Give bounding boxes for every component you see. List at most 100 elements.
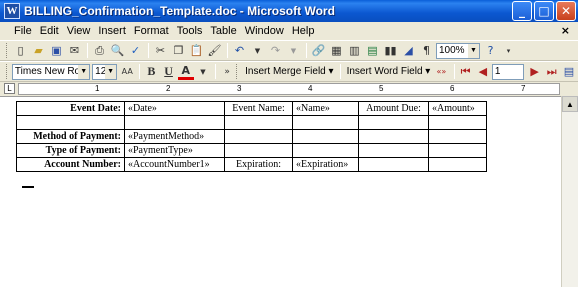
last-record-icon[interactable]: ⏭ xyxy=(544,63,560,80)
format-painter-icon[interactable]: 🖌 xyxy=(206,42,223,59)
spelling-icon[interactable]: ✓ xyxy=(127,42,144,59)
maximize-button[interactable]: □ xyxy=(534,1,554,21)
copy-icon[interactable]: ❐ xyxy=(170,42,187,59)
previous-record-icon[interactable]: ◀ xyxy=(475,63,491,80)
vertical-scrollbar[interactable]: ▲ xyxy=(561,96,578,287)
table-cell[interactable] xyxy=(428,115,487,130)
table-row: Event Date: «Date» Event Name: «Name» Am… xyxy=(16,101,487,116)
table-cell[interactable] xyxy=(124,115,225,130)
minimize-button[interactable]: _ xyxy=(512,1,532,21)
name-merge-field[interactable]: «Name» xyxy=(292,101,359,116)
amount-due-label[interactable]: Amount Due: xyxy=(358,101,429,116)
table-cell[interactable] xyxy=(358,115,429,130)
help-icon[interactable]: ? xyxy=(482,42,499,59)
method-of-payment-label[interactable]: Method of Payment: xyxy=(16,129,125,144)
underline-button[interactable]: U xyxy=(161,63,177,80)
font-color-dropdown-icon[interactable]: ▼ xyxy=(195,63,211,80)
font-name-select[interactable]: Times New Roman ▼ xyxy=(11,63,91,80)
menu-edit[interactable]: Edit xyxy=(36,25,63,37)
save-icon[interactable]: ▣ xyxy=(48,42,65,59)
first-record-icon[interactable]: ⏮ xyxy=(458,63,474,80)
cut-icon[interactable]: ✂ xyxy=(152,42,169,59)
table-cell[interactable] xyxy=(292,129,359,144)
table-cell[interactable] xyxy=(292,115,359,130)
undo-dropdown-icon[interactable]: ▼ xyxy=(249,42,266,59)
toolbar-grip[interactable] xyxy=(6,43,9,58)
menu-format[interactable]: Format xyxy=(130,25,173,37)
redo-icon[interactable]: ↷ xyxy=(267,42,284,59)
insert-table-icon[interactable]: ▥ xyxy=(346,42,363,59)
toolbar-grip[interactable] xyxy=(236,64,239,79)
drawing-icon[interactable]: ◢ xyxy=(400,42,417,59)
toolbar-options-icon[interactable]: ▾ xyxy=(500,42,517,59)
next-record-icon[interactable]: ▶ xyxy=(526,63,542,80)
table-cell[interactable] xyxy=(428,157,487,172)
table-cell[interactable] xyxy=(224,143,293,158)
expiration-merge-field[interactable]: «Expiration» xyxy=(292,157,359,172)
open-icon[interactable]: ▰ xyxy=(30,42,47,59)
insert-excel-icon[interactable]: ▤ xyxy=(364,42,381,59)
tables-borders-icon[interactable]: ▦ xyxy=(328,42,345,59)
merge-to-document-icon[interactable]: ▤ xyxy=(561,63,577,80)
toolbar-more-icon[interactable]: » xyxy=(219,63,235,80)
undo-icon[interactable]: ↶ xyxy=(231,42,248,59)
event-date-label[interactable]: Event Date: xyxy=(16,101,125,116)
toolbar-grip[interactable] xyxy=(6,64,9,79)
menu-tools[interactable]: Tools xyxy=(173,25,207,37)
word-app-icon[interactable]: W xyxy=(4,3,20,19)
expiration-label[interactable]: Expiration: xyxy=(224,157,293,172)
table-cell[interactable] xyxy=(358,129,429,144)
type-of-payment-label[interactable]: Type of Payment: xyxy=(16,143,125,158)
table-cell[interactable] xyxy=(224,129,293,144)
insert-word-field-button[interactable]: Insert Word Field ▾ xyxy=(344,66,434,77)
view-merged-data-icon[interactable]: «» xyxy=(433,63,449,80)
print-icon[interactable]: ⎙ xyxy=(91,42,108,59)
document-page[interactable]: Event Date: «Date» Event Name: «Name» Am… xyxy=(0,96,561,287)
payment-type-merge-field[interactable]: «PaymentType» xyxy=(124,143,225,158)
account-number-label[interactable]: Account Number: xyxy=(16,157,125,172)
chevron-down-icon[interactable]: ▼ xyxy=(105,64,117,79)
menu-file[interactable]: File xyxy=(10,25,36,37)
event-name-label[interactable]: Event Name: xyxy=(224,101,293,116)
insert-hyperlink-icon[interactable]: 🔗 xyxy=(310,42,327,59)
font-color-icon[interactable]: A xyxy=(177,63,194,80)
amount-merge-field[interactable]: «Amount» xyxy=(428,101,487,116)
paste-icon[interactable]: 📋 xyxy=(188,42,205,59)
table-cell[interactable] xyxy=(428,129,487,144)
table-cell[interactable] xyxy=(292,143,359,158)
bold-button[interactable]: B xyxy=(143,63,159,80)
close-button[interactable]: ✕ xyxy=(556,1,576,21)
close-document-icon[interactable]: × xyxy=(561,24,570,37)
table-cell[interactable] xyxy=(358,143,429,158)
redo-dropdown-icon[interactable]: ▼ xyxy=(285,42,302,59)
insert-merge-field-button[interactable]: Insert Merge Field ▾ xyxy=(242,66,336,77)
scroll-up-icon[interactable]: ▲ xyxy=(562,96,578,112)
grow-font-icon[interactable]: AA xyxy=(119,63,135,80)
new-icon[interactable]: ▯ xyxy=(12,42,29,59)
chevron-down-icon[interactable]: ▼ xyxy=(78,64,90,79)
ruler-number: 2 xyxy=(166,84,171,93)
chevron-down-icon[interactable]: ▼ xyxy=(468,43,479,58)
tab-selector[interactable]: L xyxy=(4,83,15,94)
menu-insert[interactable]: Insert xyxy=(94,25,130,37)
show-hide-icon[interactable]: ¶ xyxy=(418,42,435,59)
menu-view[interactable]: View xyxy=(63,25,95,37)
date-merge-field[interactable]: «Date» xyxy=(124,101,225,116)
payment-method-merge-field[interactable]: «PaymentMethod» xyxy=(124,129,225,144)
table-cell[interactable] xyxy=(428,143,487,158)
menu-window[interactable]: Window xyxy=(241,25,288,37)
columns-icon[interactable]: ▮▮ xyxy=(382,42,399,59)
permission-icon[interactable]: ✉ xyxy=(66,42,83,59)
table-cell[interactable] xyxy=(224,115,293,130)
account-number-merge-field[interactable]: «AccountNumber1» xyxy=(124,157,225,172)
menu-help[interactable]: Help xyxy=(288,25,319,37)
record-number-input[interactable]: 1 xyxy=(491,63,525,80)
horizontal-ruler[interactable]: 1 2 3 4 5 6 7 xyxy=(18,83,560,95)
font-size-select[interactable]: 12 ▼ xyxy=(92,63,118,80)
zoom-select[interactable]: 100% ▼ xyxy=(436,42,480,59)
print-preview-icon[interactable]: 🔍 xyxy=(109,42,126,59)
table-cell[interactable] xyxy=(16,115,125,130)
table-cell[interactable] xyxy=(358,157,429,172)
menu-table[interactable]: Table xyxy=(206,25,240,37)
table-row: Account Number: «AccountNumber1» Expirat… xyxy=(16,157,487,172)
